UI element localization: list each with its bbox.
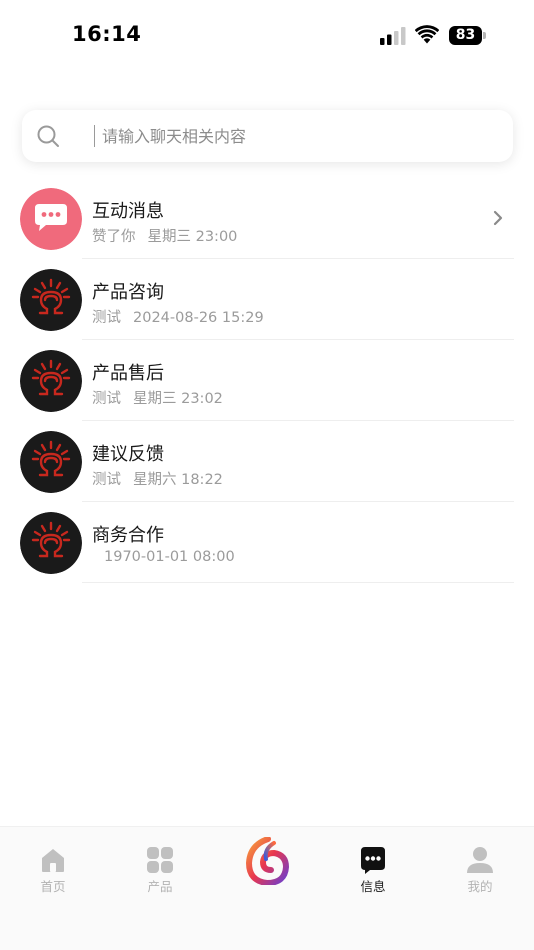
grid-icon bbox=[147, 847, 173, 873]
chevron-right-icon bbox=[493, 210, 503, 226]
tab-products[interactable]: 产品 bbox=[125, 845, 195, 905]
chat-subtitle: 赞了你 星期三 23:00 bbox=[92, 225, 237, 246]
message-icon bbox=[361, 847, 385, 874]
chat-item-product-inquiry[interactable]: 产品咨询 测试 2024-08-26 15:29 bbox=[0, 259, 534, 340]
avatar bbox=[20, 350, 82, 412]
chat-subtitle: 测试 2024-08-26 15:29 bbox=[92, 306, 264, 327]
avatar bbox=[20, 269, 82, 331]
tab-home[interactable]: 首页 bbox=[18, 845, 88, 905]
tab-label: 产品 bbox=[147, 879, 173, 894]
tab-messages[interactable]: 信息 bbox=[338, 845, 408, 905]
tab-label: 我的 bbox=[467, 879, 493, 894]
chat-title: 产品售后 bbox=[92, 363, 164, 384]
brand-logo-icon bbox=[20, 350, 82, 412]
chat-list: 互动消息 赞了你 星期三 23:00 产品咨询 测试 2024-08-26 15… bbox=[0, 178, 534, 583]
chat-time: 1970-01-01 08:00 bbox=[104, 549, 235, 565]
chat-time: 星期三 23:00 bbox=[147, 229, 238, 245]
chat-title: 建议反馈 bbox=[92, 444, 164, 465]
avatar bbox=[20, 431, 82, 493]
chat-subtitle: 测试 星期三 23:02 bbox=[92, 387, 223, 408]
home-icon bbox=[42, 849, 64, 872]
chat-subtitle: 1970-01-01 08:00 bbox=[92, 549, 235, 565]
divider bbox=[82, 582, 514, 583]
search-icon bbox=[37, 125, 59, 147]
brand-logo-icon bbox=[20, 269, 82, 331]
avatar bbox=[20, 188, 82, 250]
chat-subtitle: 测试 星期六 18:22 bbox=[92, 468, 223, 489]
chat-item-interactions[interactable]: 互动消息 赞了你 星期三 23:00 bbox=[0, 178, 534, 259]
chat-item-feedback[interactable]: 建议反馈 测试 星期六 18:22 bbox=[0, 421, 534, 502]
text-cursor bbox=[94, 125, 95, 147]
chat-bubble-icon bbox=[20, 188, 82, 250]
chat-title: 互动消息 bbox=[92, 201, 164, 222]
tab-mine[interactable]: 我的 bbox=[445, 845, 515, 905]
battery-indicator: 83 bbox=[449, 26, 487, 45]
chat-item-business[interactable]: 商务合作 1970-01-01 08:00 bbox=[0, 502, 534, 583]
chat-preview: 赞了你 bbox=[92, 229, 136, 245]
status-bar: 16:14 83 bbox=[0, 0, 534, 70]
chat-time: 星期三 23:02 bbox=[133, 391, 223, 407]
chat-time: 星期六 18:22 bbox=[133, 472, 223, 488]
chat-preview: 测试 bbox=[92, 310, 121, 326]
brand-logo-icon bbox=[20, 431, 82, 493]
search-input[interactable] bbox=[102, 123, 492, 149]
chat-title: 产品咨询 bbox=[92, 282, 164, 303]
tab-label: 信息 bbox=[360, 879, 386, 894]
tab-label: 首页 bbox=[40, 879, 66, 894]
chat-title: 商务合作 bbox=[92, 525, 164, 546]
status-time: 16:14 bbox=[72, 22, 142, 46]
chat-item-after-sales[interactable]: 产品售后 测试 星期三 23:02 bbox=[0, 340, 534, 421]
brand-logo-icon bbox=[20, 512, 82, 574]
battery-level: 83 bbox=[449, 26, 482, 45]
user-icon bbox=[467, 847, 493, 873]
chat-preview: 测试 bbox=[92, 472, 121, 488]
search-box[interactable] bbox=[22, 110, 513, 162]
cellular-signal-icon bbox=[380, 27, 406, 45]
chat-preview: 测试 bbox=[92, 391, 121, 407]
tab-bar: 首页 产品 信息 我的 bbox=[0, 826, 534, 950]
brand-swirl-icon[interactable] bbox=[244, 837, 290, 885]
avatar bbox=[20, 512, 82, 574]
battery-cap bbox=[483, 32, 486, 39]
wifi-icon bbox=[415, 25, 439, 44]
chat-time: 2024-08-26 15:29 bbox=[133, 310, 264, 326]
